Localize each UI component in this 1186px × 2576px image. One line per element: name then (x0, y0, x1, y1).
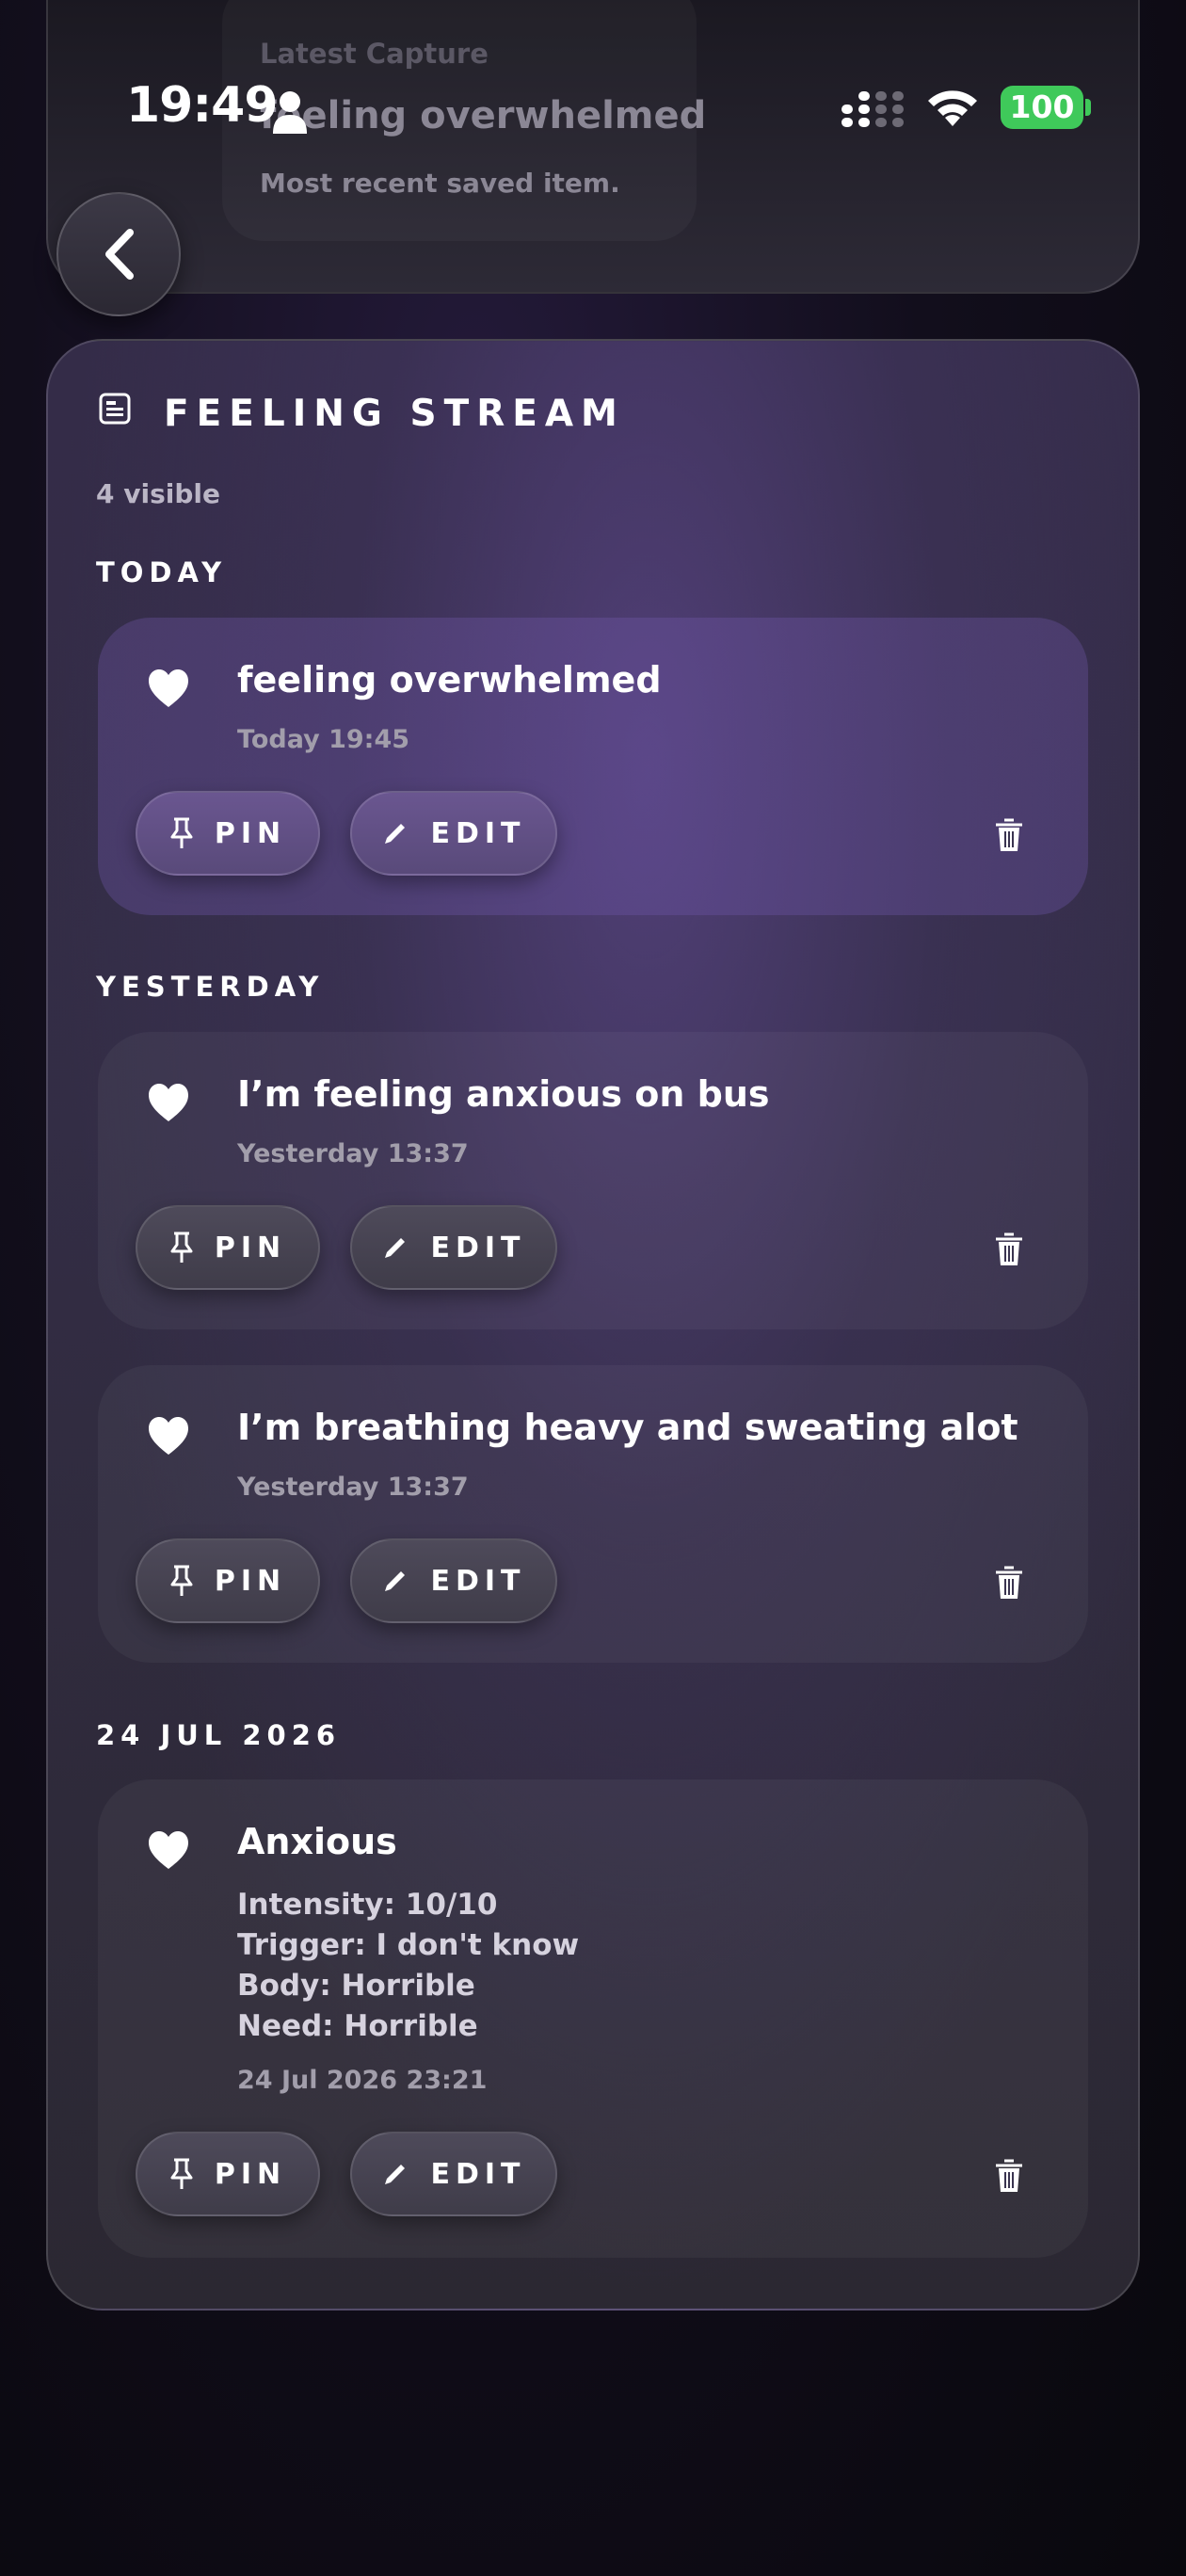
entry-title: feeling overwhelmed (237, 659, 662, 700)
visible-count: 4 visible (96, 478, 220, 509)
entry-title: Anxious (237, 1821, 397, 1862)
pin-label: PIN (214, 2157, 287, 2191)
latest-capture-subtitle: Most recent saved item. (260, 168, 620, 199)
cellular-signal-icon (841, 91, 904, 127)
stream-title: FEELING STREAM (164, 393, 625, 435)
latest-capture-label: Latest Capture (260, 38, 489, 70)
list-item[interactable]: I’m breathing heavy and sweating alot Ye… (98, 1365, 1088, 1663)
trash-icon[interactable] (994, 1565, 1024, 1601)
pin-button[interactable]: PIN (136, 2132, 320, 2216)
pencil-icon (385, 2165, 406, 2184)
trash-icon[interactable] (994, 1232, 1024, 1267)
pencil-icon (385, 1571, 406, 1591)
screen: Latest Capture feeling overwhelmed Most … (0, 0, 1186, 2576)
entry-timestamp: Yesterday 13:37 (237, 1139, 469, 1168)
pin-button[interactable]: PIN (136, 791, 320, 876)
chevron-left-icon (105, 229, 134, 280)
entry-detail-trigger: Trigger: I don't know (237, 1928, 580, 1962)
pencil-icon (385, 824, 406, 844)
entry-timestamp: 24 Jul 2026 23:21 (237, 2066, 488, 2095)
heart-icon (149, 1831, 188, 1869)
pin-icon (170, 1232, 193, 1263)
pencil-icon (385, 1238, 406, 1258)
entry-title: I’m feeling anxious on bus (237, 1073, 770, 1115)
document-icon (99, 393, 131, 425)
pin-label: PIN (214, 816, 287, 850)
heart-icon (149, 1417, 188, 1455)
entry-timestamp: Yesterday 13:37 (237, 1473, 469, 1502)
edit-label: EDIT (430, 1564, 526, 1598)
status-time: 19:49 (126, 77, 279, 134)
list-item[interactable]: I’m feeling anxious on bus Yesterday 13:… (98, 1032, 1088, 1329)
trash-icon[interactable] (994, 2158, 1024, 2194)
entry-title: I’m breathing heavy and sweating alot (237, 1407, 1018, 1448)
edit-button[interactable]: EDIT (350, 2132, 557, 2216)
pin-icon (170, 817, 193, 848)
trash-icon[interactable] (994, 817, 1024, 853)
battery-indicator: 100 (1001, 86, 1083, 129)
section-label-today: TODAY (96, 556, 228, 588)
entry-detail-need: Need: Horrible (237, 2009, 478, 2043)
heart-icon (149, 1084, 188, 1121)
pin-label: PIN (214, 1564, 287, 1598)
entry-detail-body: Body: Horrible (237, 1969, 475, 2003)
entry-detail-intensity: Intensity: 10/10 (237, 1888, 498, 1922)
pin-icon (170, 2158, 193, 2189)
latest-capture-title: feeling overwhelmed (260, 94, 707, 137)
edit-label: EDIT (430, 2157, 526, 2191)
edit-button[interactable]: EDIT (350, 1538, 557, 1623)
heart-icon (149, 669, 188, 707)
back-button[interactable] (56, 192, 181, 316)
section-label-date: 24 JUL 2026 (96, 1719, 342, 1751)
pin-button[interactable]: PIN (136, 1205, 320, 1290)
battery-nub (1085, 99, 1091, 116)
wifi-icon (928, 90, 977, 126)
list-item[interactable]: feeling overwhelmed Today 19:45 PIN EDIT (98, 618, 1088, 915)
edit-button[interactable]: EDIT (350, 1205, 557, 1290)
edit-label: EDIT (430, 1231, 526, 1264)
person-icon (273, 91, 307, 134)
pin-button[interactable]: PIN (136, 1538, 320, 1623)
edit-button[interactable]: EDIT (350, 791, 557, 876)
pin-icon (170, 1565, 193, 1596)
pin-label: PIN (214, 1231, 287, 1264)
section-label-yesterday: YESTERDAY (96, 971, 325, 1003)
stream-header (98, 392, 132, 426)
list-item[interactable]: Anxious Intensity: 10/10 Trigger: I don'… (98, 1779, 1088, 2258)
entry-timestamp: Today 19:45 (237, 725, 410, 754)
edit-label: EDIT (430, 816, 526, 850)
